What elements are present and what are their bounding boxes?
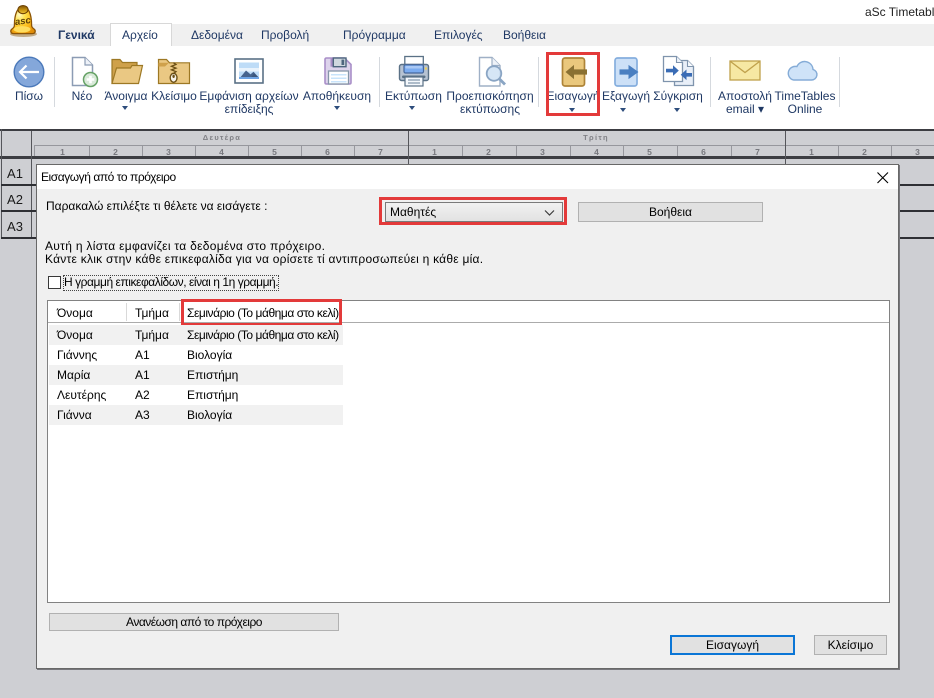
svg-text:asc: asc bbox=[14, 15, 32, 28]
